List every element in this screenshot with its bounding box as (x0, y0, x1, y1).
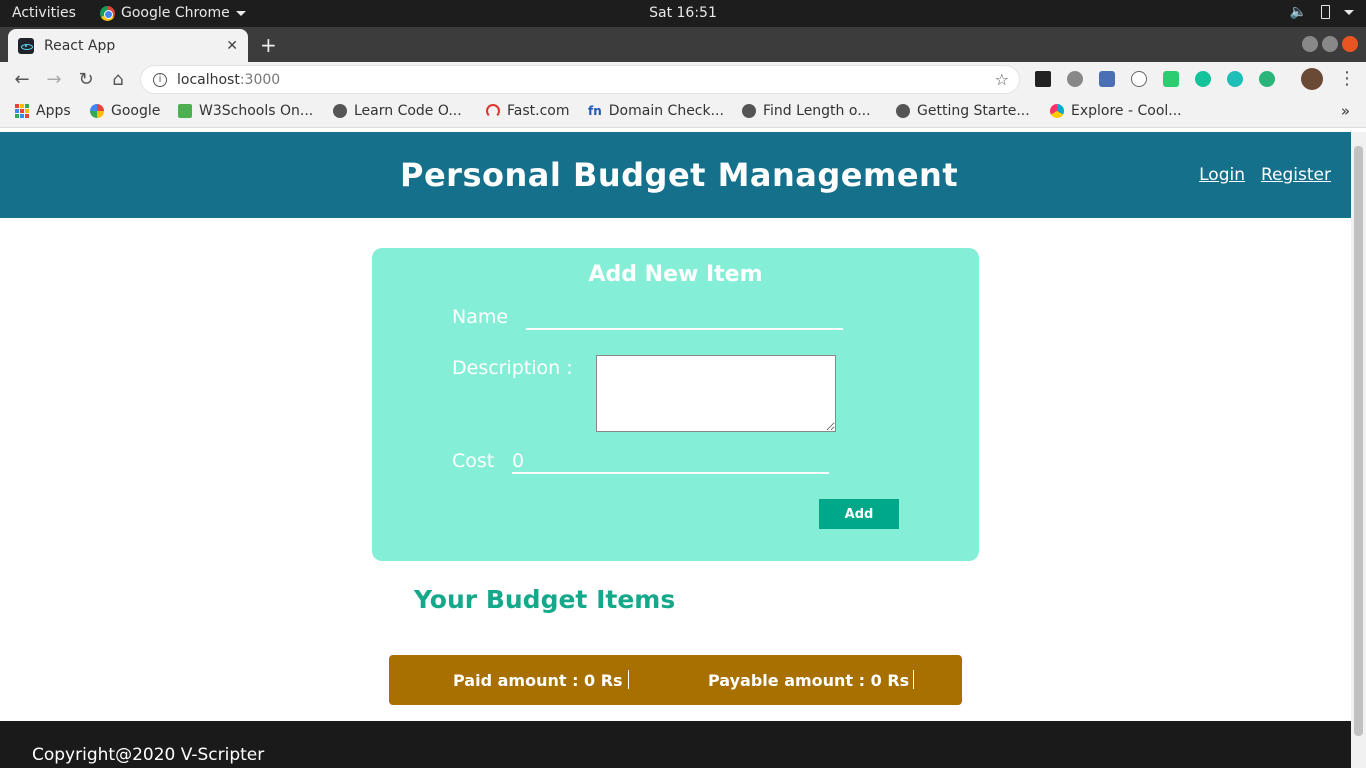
name-label: Name (452, 306, 509, 328)
extension-shield-icon[interactable] (1163, 71, 1179, 87)
app-menu-label: Google Chrome (121, 5, 230, 21)
bookmark-label: W3Schools On... (199, 103, 314, 119)
bookmarks-bar: Apps Google W3Schools On... Learn Code O… (0, 97, 1366, 128)
volume-icon: 🔈 (1289, 4, 1307, 20)
budget-summary: Paid amount : 0 Rs Payable amount : 0 Rs (389, 655, 962, 705)
window-controls (1302, 36, 1358, 52)
url-host: localhost (177, 71, 240, 88)
bookmark-label: Google (111, 103, 161, 119)
tab-title: React App (44, 37, 116, 54)
close-window-button[interactable] (1342, 36, 1358, 52)
bookmark-fast[interactable]: Fast.com (486, 103, 569, 119)
login-link[interactable]: Login (1199, 165, 1245, 185)
add-item-title: Add New Item (588, 262, 763, 287)
forward-button[interactable]: → (43, 69, 65, 90)
more-bookmarks-icon[interactable]: » (1341, 102, 1350, 120)
summary-divider (913, 670, 914, 689)
payable-amount: Payable amount : 0 Rs (708, 671, 910, 690)
footer: Copyright@2020 V-Scripter (0, 721, 1351, 768)
extension-gear-icon[interactable] (1067, 71, 1083, 87)
page-title: Personal Budget Management (400, 156, 959, 194)
menu-kebab-icon[interactable]: ⋮ (1338, 68, 1356, 89)
url-port: :3000 (239, 71, 281, 88)
grammarly-icon[interactable] (1195, 71, 1211, 87)
app-header: Personal Budget Management Login Registe… (0, 132, 1351, 218)
page-scrollbar[interactable] (1351, 132, 1366, 768)
budget-items-heading: Your Budget Items (414, 585, 676, 614)
summary-divider (628, 670, 629, 689)
new-tab-button[interactable]: + (260, 33, 277, 57)
close-icon[interactable]: ✕ (226, 38, 238, 54)
bookmark-domain-check[interactable]: fn Domain Check... (588, 103, 724, 119)
browser-tab[interactable]: React App ✕ (8, 29, 248, 62)
bookmark-explore[interactable]: Explore - Cool... (1050, 103, 1182, 119)
chevron-down-icon (1344, 9, 1354, 15)
system-tray[interactable]: 🔈 (1290, 4, 1354, 20)
bookmark-label: Learn Code O... (354, 103, 462, 119)
extension-leaf-icon[interactable] (1259, 71, 1275, 87)
fast-icon (486, 104, 500, 118)
reload-button[interactable]: ↻ (75, 69, 97, 90)
name-input[interactable] (526, 306, 843, 330)
extension-cb-icon[interactable] (1035, 71, 1051, 87)
bookmark-star-icon[interactable]: ☆ (995, 70, 1009, 89)
description-label: Description : (452, 357, 573, 379)
bookmark-w3schools[interactable]: W3Schools On... (178, 103, 313, 119)
minimize-button[interactable] (1302, 36, 1318, 52)
bookmark-find-length[interactable]: Find Length o... (742, 103, 871, 119)
globe-icon (333, 104, 347, 118)
add-item-card: Add New Item Name Description : Cost Add (372, 248, 979, 561)
description-textarea[interactable] (596, 355, 836, 432)
scrollbar-thumb[interactable] (1354, 146, 1363, 736)
os-top-bar: Activities Google Chrome Sat 16:51 🔈 (0, 0, 1366, 27)
copyright-text: Copyright@2020 V-Scripter (32, 745, 265, 765)
page-viewport: Personal Budget Management Login Registe… (0, 132, 1351, 768)
bookmark-label: Apps (36, 103, 71, 119)
browser-toolbar: ← → ↻ ⌂ i localhost:3000 ☆ ⋮ (0, 62, 1366, 97)
paid-amount: Paid amount : 0 Rs (453, 671, 623, 690)
auth-links: Login Register (1199, 165, 1331, 185)
fn-icon: fn (588, 104, 602, 118)
chrome-icon (100, 5, 115, 21)
register-link[interactable]: Register (1261, 165, 1331, 185)
bookmark-google[interactable]: Google (90, 103, 160, 119)
maximize-button[interactable] (1322, 36, 1338, 52)
bookmark-getting-started[interactable]: Getting Starte... (896, 103, 1030, 119)
back-button[interactable]: ← (11, 69, 33, 90)
extension-code-icon[interactable] (1131, 71, 1147, 87)
address-bar[interactable]: i localhost:3000 ☆ (140, 65, 1020, 94)
profile-avatar[interactable] (1301, 68, 1323, 90)
app-menu[interactable]: Google Chrome (100, 5, 246, 21)
bookmark-label: Fast.com (507, 103, 570, 119)
cost-input[interactable] (512, 449, 829, 474)
battery-icon (1321, 5, 1330, 19)
bookmark-apps[interactable]: Apps (15, 103, 71, 119)
tab-strip: React App ✕ + (0, 27, 1366, 62)
google-icon (90, 104, 104, 118)
add-button[interactable]: Add (819, 499, 899, 529)
react-icon (18, 37, 34, 54)
apps-grid-icon (15, 104, 29, 118)
bookmark-learn-code[interactable]: Learn Code O... (333, 103, 462, 119)
bookmark-label: Domain Check... (608, 103, 724, 119)
coolors-icon (1050, 104, 1064, 118)
globe-icon (742, 104, 756, 118)
w3schools-icon (178, 104, 192, 118)
extension-person-icon[interactable] (1099, 71, 1115, 87)
activities-button[interactable]: Activities (12, 5, 76, 21)
bookmark-label: Find Length o... (763, 103, 871, 119)
bookmark-label: Getting Starte... (917, 103, 1030, 119)
cost-label: Cost (452, 450, 495, 472)
home-button[interactable]: ⌂ (107, 69, 129, 90)
globe-icon (896, 104, 910, 118)
chevron-down-icon (235, 10, 246, 16)
bookmark-label: Explore - Cool... (1071, 103, 1182, 119)
info-icon[interactable]: i (153, 72, 167, 87)
extension-m-icon[interactable] (1227, 71, 1243, 87)
